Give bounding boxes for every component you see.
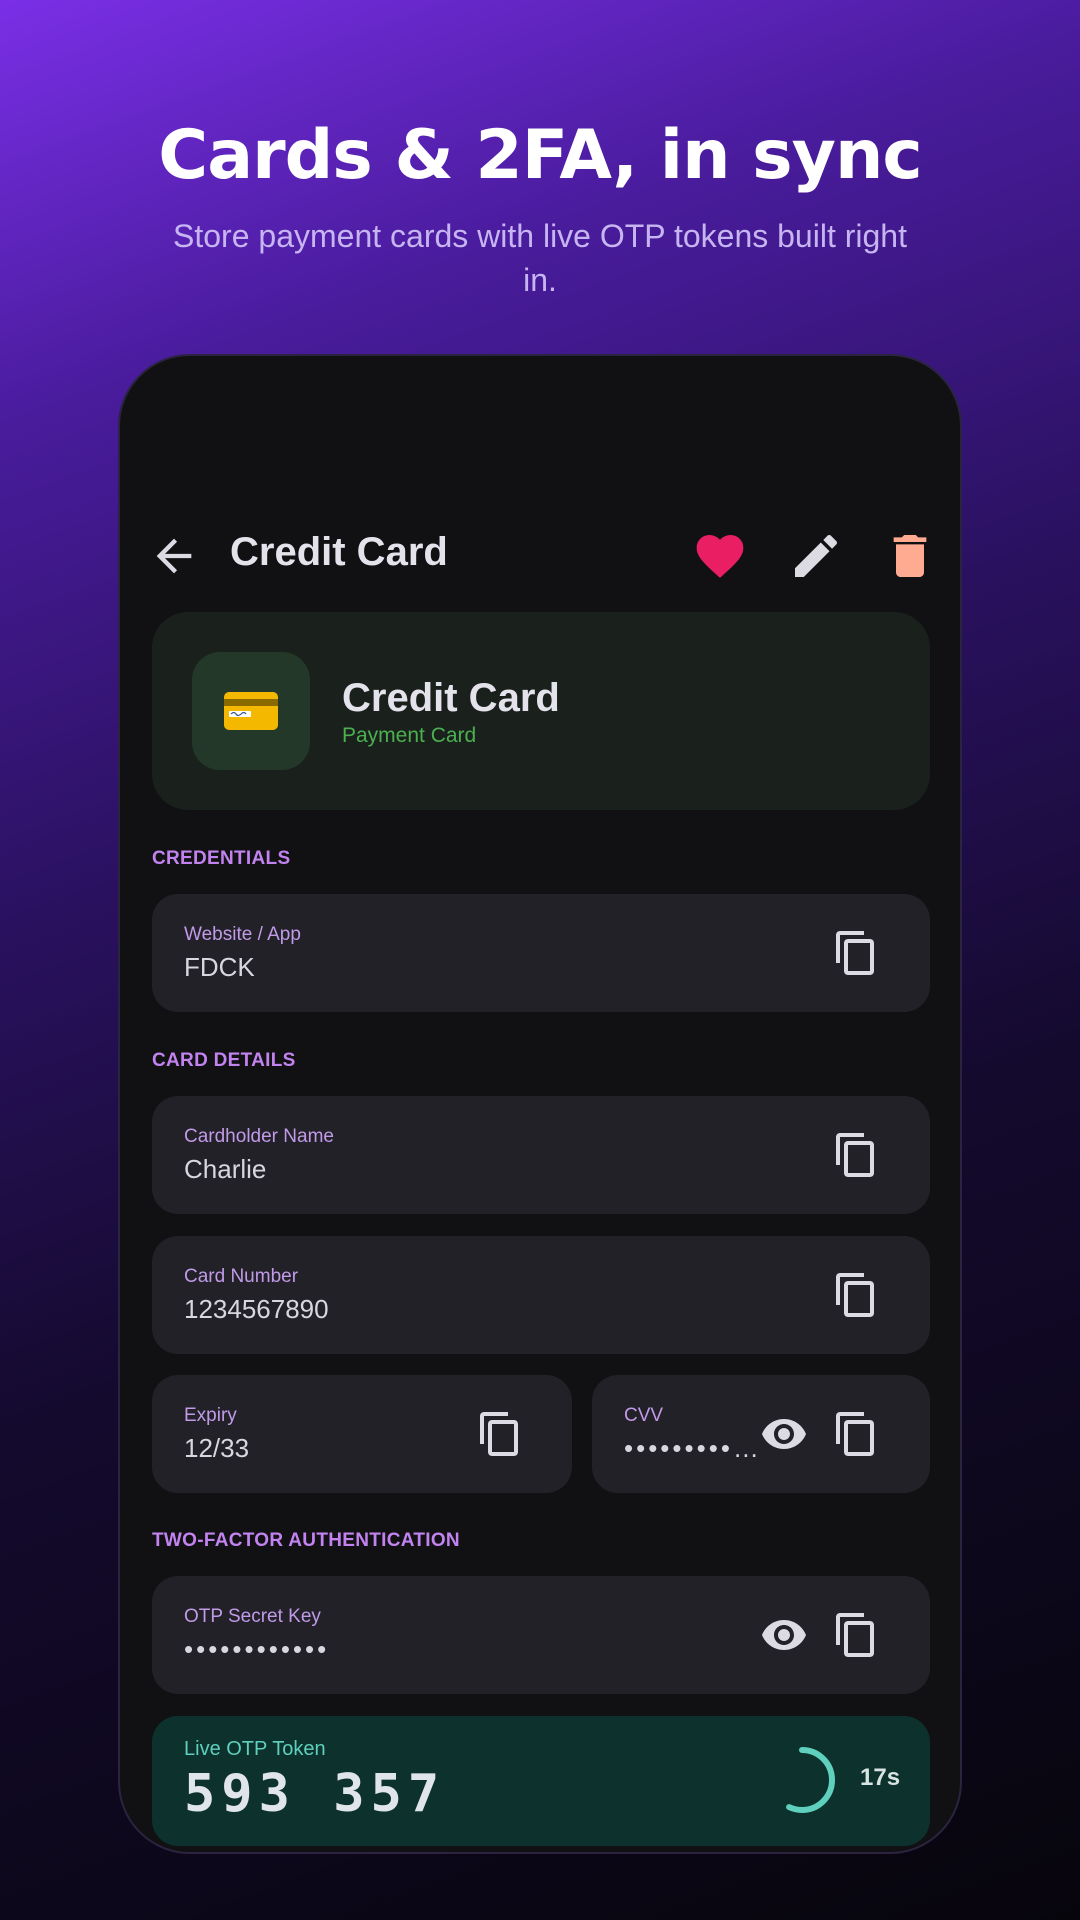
promo-subline: Store payment cards with live OTP tokens…: [173, 218, 907, 298]
copy-cardholder-button[interactable]: [832, 1131, 880, 1179]
item-header-card: Credit Card Payment Card: [152, 612, 930, 810]
app-bar: Credit Card: [120, 506, 960, 606]
favorite-button[interactable]: [692, 528, 748, 584]
arrow-back-icon: [156, 538, 192, 574]
otp-countdown-ring: [769, 1747, 835, 1813]
cvv-label: CVV: [624, 1405, 664, 1426]
copy-cvv-button[interactable]: [832, 1410, 880, 1458]
copy-icon: [836, 1133, 874, 1177]
copy-icon: [836, 1412, 874, 1456]
cvv-value: •••••••••…: [624, 1433, 762, 1463]
cardholder-value: Charlie: [184, 1154, 267, 1184]
page-title: Credit Card: [230, 530, 448, 574]
copy-icon: [836, 931, 874, 975]
edit-button[interactable]: [788, 528, 844, 584]
section-two-factor: TWO-FACTOR AUTHENTICATION: [152, 1530, 460, 1551]
back-button[interactable]: [148, 530, 200, 582]
otp-label: Live OTP Token: [184, 1738, 326, 1760]
otp-secret-label: OTP Secret Key: [184, 1606, 321, 1627]
item-title: Credit Card: [342, 676, 560, 720]
copy-icon: [836, 1613, 874, 1657]
otp-code: 593 357: [184, 1764, 446, 1824]
expiry-value: 12/33: [184, 1433, 250, 1463]
cvv-field: CVV •••••••••…: [592, 1375, 930, 1493]
otp-countdown-arc: [769, 1747, 835, 1813]
otp-secret-value: ••••••••••••: [184, 1634, 330, 1664]
trash-icon: [893, 535, 927, 577]
copy-website-button[interactable]: [832, 929, 880, 977]
otp-seconds-left: 17s: [860, 1764, 901, 1791]
eye-icon: [762, 1620, 806, 1650]
cardholder-field: Cardholder Name Charlie: [152, 1096, 930, 1214]
cardholder-label: Cardholder Name: [184, 1126, 334, 1147]
eye-icon: [762, 1419, 806, 1449]
website-label: Website / App: [184, 924, 301, 945]
item-type: Payment Card: [342, 724, 477, 747]
pencil-icon: [795, 534, 838, 577]
credit-card-icon: [192, 652, 310, 770]
card-number-label: Card Number: [184, 1266, 299, 1287]
section-card-details: CARD DETAILS: [152, 1050, 296, 1071]
live-otp-card[interactable]: Live OTP Token 593 357 17s: [152, 1716, 930, 1846]
reveal-cvv-button[interactable]: [760, 1410, 808, 1458]
otp-secret-field: OTP Secret Key ••••••••••••: [152, 1576, 930, 1694]
card-number-field: Card Number 1234567890: [152, 1236, 930, 1354]
website-field: Website / App FDCK: [152, 894, 930, 1012]
website-value: FDCK: [184, 952, 255, 982]
section-credentials: CREDENTIALS: [152, 848, 291, 869]
copy-otp-secret-button[interactable]: [832, 1611, 880, 1659]
copy-icon: [480, 1412, 518, 1456]
expiry-label: Expiry: [184, 1405, 237, 1426]
phone-frame: Credit Card Credit Card Payment Card CRE…: [118, 354, 962, 1854]
reveal-otp-secret-button[interactable]: [760, 1611, 808, 1659]
card-number-value: 1234567890: [184, 1294, 329, 1324]
copy-card-number-button[interactable]: [832, 1271, 880, 1319]
delete-button[interactable]: [882, 528, 938, 584]
copy-expiry-button[interactable]: [476, 1410, 524, 1458]
copy-icon: [836, 1273, 874, 1317]
heart-icon: [696, 535, 744, 578]
promo-headline: Cards & 2FA, in sync: [158, 116, 922, 195]
expiry-field: Expiry 12/33: [152, 1375, 572, 1493]
